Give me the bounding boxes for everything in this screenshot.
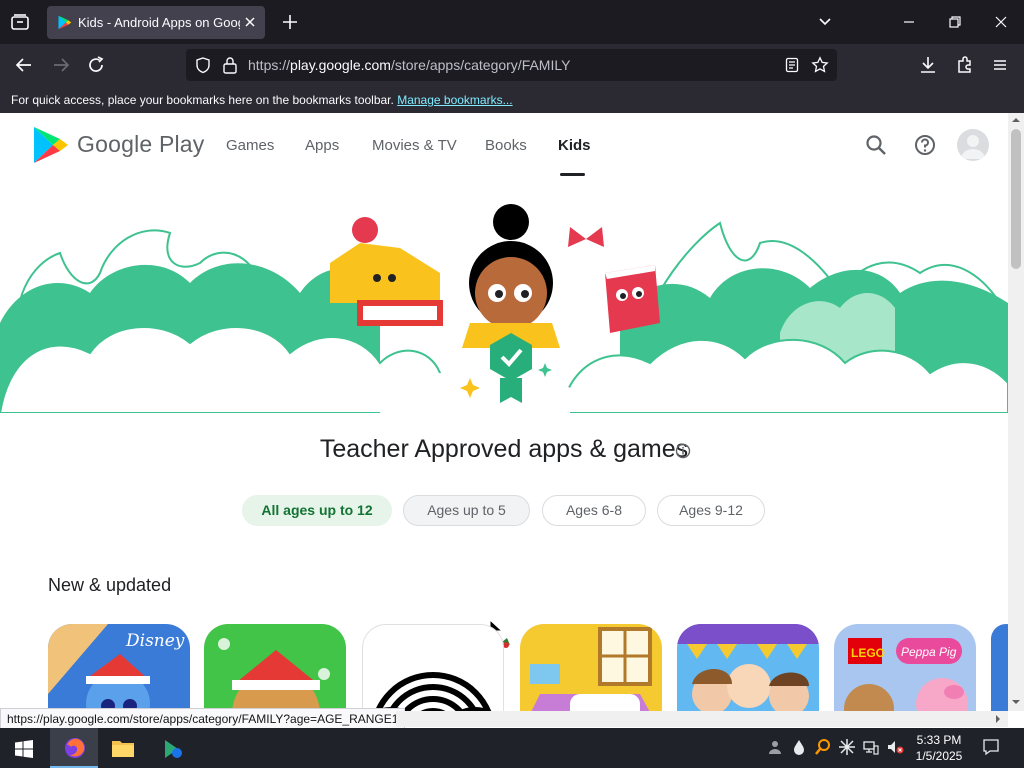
shield-icon[interactable] [194, 56, 212, 74]
windows-start-icon[interactable] [0, 728, 48, 768]
new-updated-heading: New & updated [48, 575, 172, 595]
new-tab-icon[interactable] [279, 11, 301, 33]
disney-logo: Disney [125, 631, 185, 651]
reader-view-icon[interactable] [784, 57, 800, 73]
app-card-rainbow[interactable] [362, 624, 504, 711]
search-icon[interactable] [863, 132, 889, 158]
close-tab-icon[interactable] [241, 13, 259, 31]
active-nav-indicator [560, 173, 585, 176]
nav-movies-tv[interactable]: Movies & TV [372, 137, 457, 154]
link-status-tooltip: https://play.google.com/store/apps/categ… [0, 708, 406, 730]
nav-books[interactable]: Books [485, 137, 527, 154]
address-bar[interactable]: https://play.google.com/store/apps/categ… [186, 49, 837, 81]
back-arrow-icon[interactable] [12, 53, 36, 77]
clock-time: 5:33 PM [916, 733, 962, 747]
url-path: /store/apps/category/FAMILY [390, 57, 571, 73]
app-card-vlad-niki[interactable] [677, 624, 819, 711]
app-card-bathroom[interactable] [520, 624, 662, 711]
close-window-icon[interactable] [990, 11, 1012, 33]
peppa-pig-logo: Peppa Pig [901, 645, 957, 659]
age-filter-all[interactable]: All ages up to 12 [242, 495, 392, 526]
scroll-right-arrow-icon[interactable] [994, 715, 1002, 723]
url-host: play.google.com [290, 57, 391, 73]
lego-logo: LEGO [851, 646, 885, 660]
taskbar-clock[interactable]: 5:33 PM 1/5/2025 [908, 732, 970, 764]
manage-bookmarks-link[interactable]: Manage bookmarks... [397, 93, 512, 107]
brand-name[interactable]: Google Play [77, 131, 205, 158]
account-avatar[interactable] [957, 129, 989, 161]
age-filter-9-12[interactable]: Ages 9-12 [657, 495, 765, 526]
search-tray-icon[interactable] [814, 738, 832, 756]
bookmarks-toolbar: For quick access, place your bookmarks h… [0, 86, 1024, 113]
clock-date: 1/5/2025 [915, 749, 963, 763]
google-play-favicon-icon [57, 15, 72, 30]
url-text: https://play.google.com/store/apps/categ… [248, 57, 570, 73]
age-filter-6-8[interactable]: Ages 6-8 [542, 495, 646, 526]
reload-icon[interactable] [84, 53, 108, 77]
vertical-scrollbar[interactable] [1008, 113, 1024, 711]
drop-tray-icon[interactable] [790, 738, 808, 756]
forward-arrow-icon[interactable] [49, 53, 73, 77]
horizontal-scrollbar[interactable] [396, 711, 1008, 727]
scroll-up-arrow-icon[interactable] [1012, 116, 1020, 124]
restore-icon[interactable] [944, 11, 966, 33]
volume-muted-tray-icon[interactable] [886, 738, 904, 756]
screen: Kids - Android Apps on Google Play [0, 0, 1024, 768]
app-card-lego-peppa[interactable]: LEGO Peppa Pig [834, 624, 976, 711]
people-tray-icon[interactable] [766, 738, 784, 756]
teacher-approved-heading: Teacher Approved apps & games [319, 435, 689, 463]
bookmarks-message-text: For quick access, place your bookmarks h… [11, 93, 394, 107]
bookmarks-message: For quick access, place your bookmarks h… [11, 93, 513, 107]
vertical-scroll-thumb[interactable] [1011, 129, 1021, 269]
app-taskbar-icon[interactable] [148, 728, 196, 768]
bookmark-star-icon[interactable] [811, 56, 829, 74]
sparkle-tray-icon[interactable] [838, 738, 856, 756]
notifications-icon[interactable] [982, 738, 1000, 756]
help-icon[interactable] [912, 132, 938, 158]
minimize-icon[interactable] [898, 11, 920, 33]
file-explorer-icon[interactable] [98, 728, 146, 768]
app-card-bear[interactable] [204, 624, 346, 711]
list-all-tabs-icon[interactable] [8, 10, 32, 34]
tab-title: Kids - Android Apps on Google Play [78, 15, 240, 30]
browser-nav-bar: https://play.google.com/store/apps/categ… [0, 44, 1024, 86]
downloads-icon[interactable] [916, 53, 940, 77]
extensions-icon[interactable] [953, 53, 977, 77]
scroll-down-arrow-icon[interactable] [1012, 698, 1020, 706]
app-card-stitch[interactable]: Disney [48, 624, 190, 711]
firefox-taskbar-icon[interactable] [50, 728, 98, 768]
network-tray-icon[interactable] [862, 738, 880, 756]
nav-games[interactable]: Games [226, 137, 274, 154]
url-prefix: https:// [248, 57, 291, 73]
web-page: Google Play Games Apps Movies & TV Books… [0, 113, 1008, 711]
chevron-down-icon[interactable] [814, 11, 836, 33]
windows-taskbar: 5:33 PM 1/5/2025 [0, 728, 1024, 768]
teacher-approved-hero-illustration [0, 203, 1008, 414]
browser-tab-bar: Kids - Android Apps on Google Play [0, 0, 1024, 44]
menu-hamburger-icon[interactable] [988, 53, 1012, 77]
browser-tab-active[interactable]: Kids - Android Apps on Google Play [47, 6, 265, 39]
app-card-partial[interactable] [991, 624, 1008, 711]
nav-apps[interactable]: Apps [305, 137, 339, 154]
google-play-logo-icon[interactable] [30, 125, 70, 165]
age-filter-up-to-5[interactable]: Ages up to 5 [403, 495, 530, 526]
nav-kids[interactable]: Kids [558, 137, 591, 154]
lock-icon[interactable] [222, 56, 238, 74]
info-icon[interactable] [675, 443, 691, 459]
